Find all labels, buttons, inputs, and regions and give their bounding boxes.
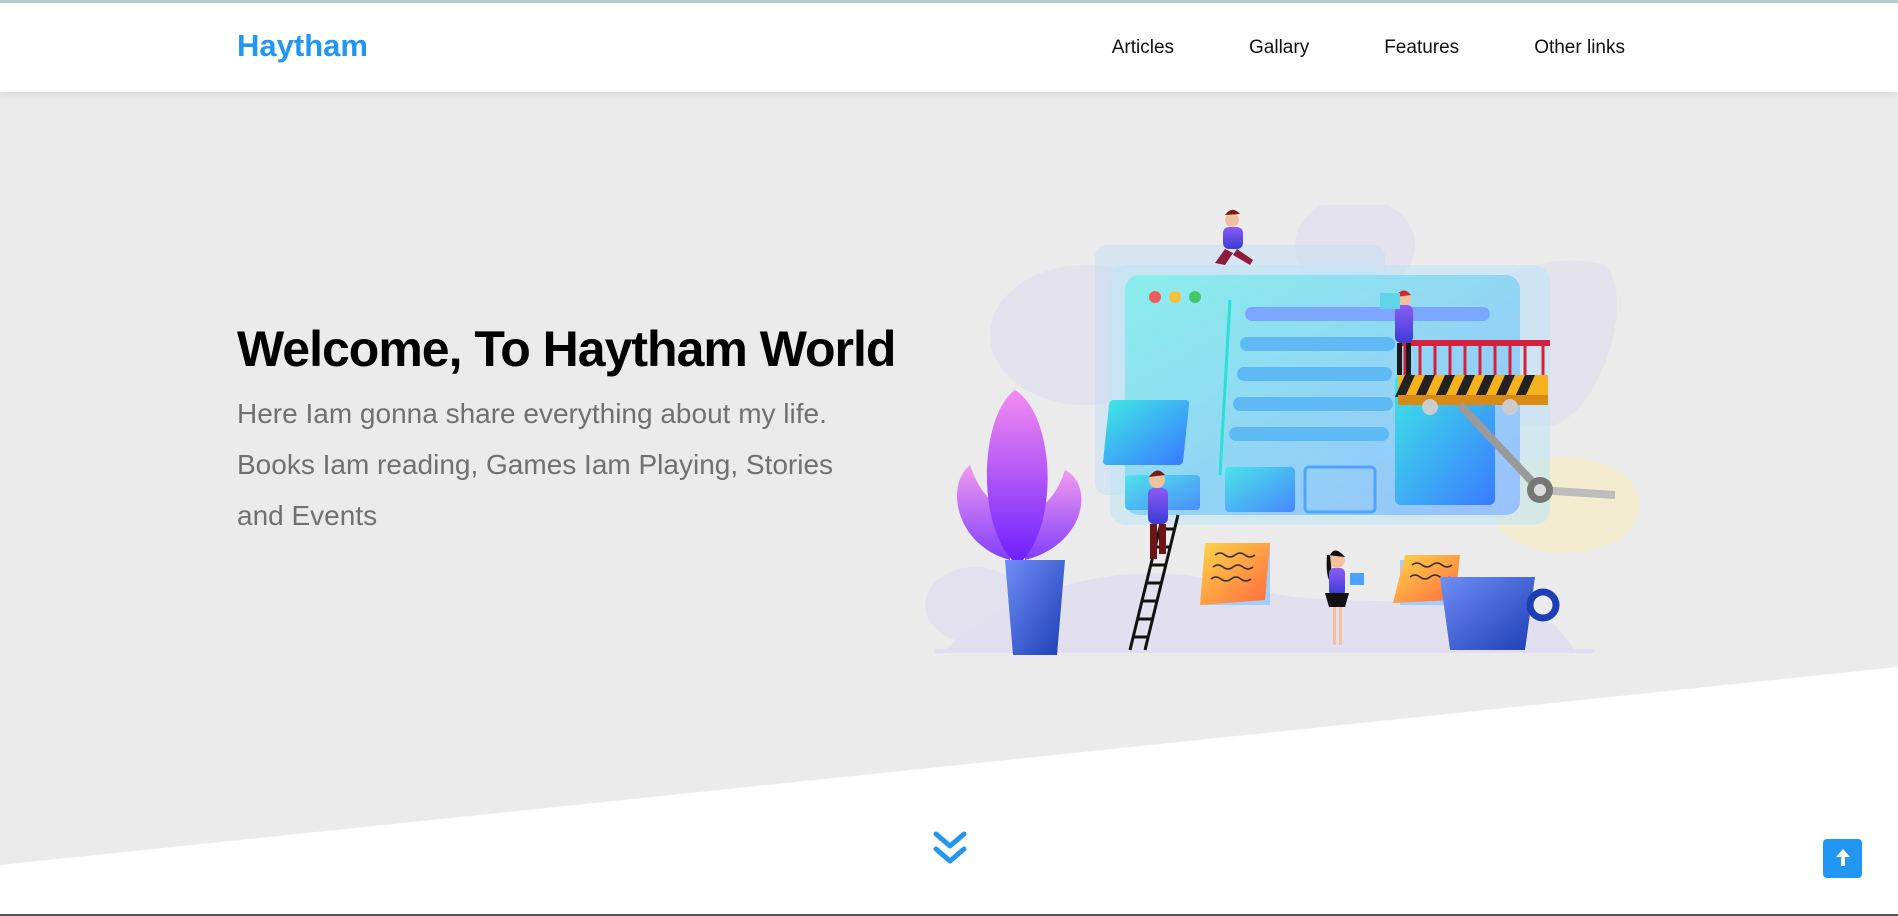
scroll-to-top-button[interactable] <box>1823 839 1862 878</box>
arrow-up-icon <box>1835 848 1850 866</box>
nav-link-other-links[interactable]: Other links <box>1534 37 1625 59</box>
navbar: Haytham Articles Gallary Features Other … <box>0 3 1898 92</box>
nav-link-features[interactable]: Features <box>1384 37 1459 59</box>
scroll-down-button[interactable] <box>932 830 968 868</box>
hero-description: Here Iam gonna share everything about my… <box>237 398 834 531</box>
nav-link-gallary[interactable]: Gallary <box>1249 37 1309 59</box>
hero-illustration <box>925 205 1640 655</box>
hero-title: Welcome, To Haytham World <box>237 321 896 377</box>
nav-links: Articles Gallary Features Other links <box>1037 3 1625 92</box>
nav-link-articles[interactable]: Articles <box>1112 37 1174 59</box>
logo[interactable]: Haytham <box>237 28 368 64</box>
double-chevron-down-icon <box>933 831 967 864</box>
